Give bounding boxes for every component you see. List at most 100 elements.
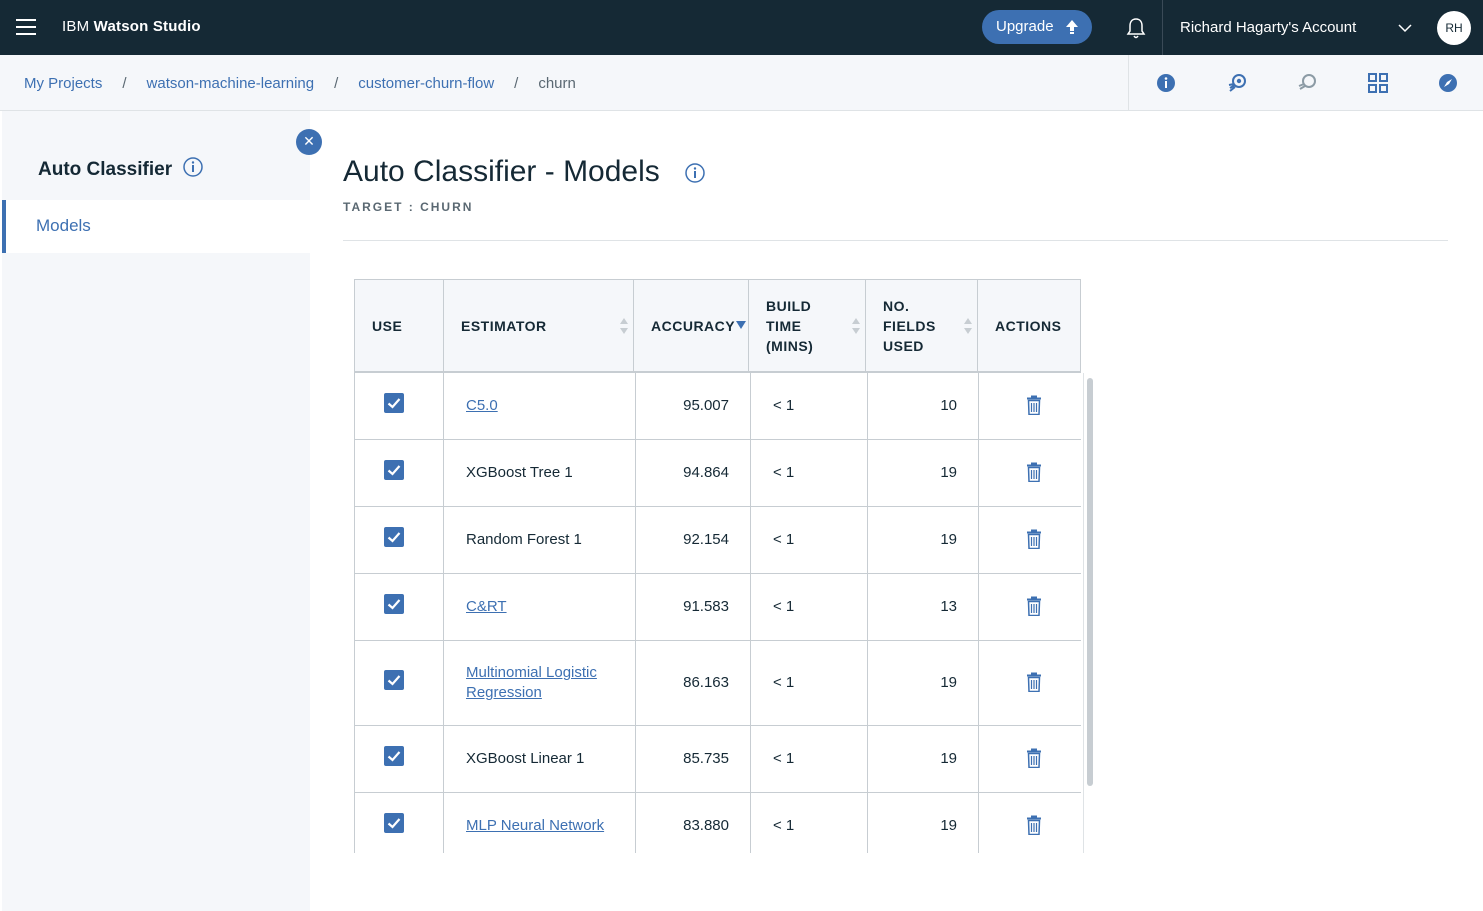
column-header-actions: ACTIONS	[978, 280, 1080, 372]
estimator-link[interactable]: MLP Neural Network	[466, 816, 604, 836]
checkmark-icon	[387, 675, 401, 686]
column-header-label-line: BUILD	[766, 298, 812, 314]
cell-accuracy: 85.735	[636, 726, 751, 792]
estimator-name: XGBoost Tree 1	[466, 463, 573, 483]
comments-icon[interactable]	[1296, 72, 1318, 94]
cell-actions	[979, 793, 1081, 853]
delete-model-button[interactable]	[1027, 815, 1041, 839]
chevron-down-icon[interactable]	[1398, 24, 1412, 33]
avatar[interactable]: RH	[1437, 11, 1471, 45]
column-header-build-time[interactable]: BUILD TIME (MINS)	[749, 280, 866, 372]
use-checkbox[interactable]	[384, 460, 404, 480]
column-header-label: USE	[372, 318, 403, 334]
page-title: Auto Classifier - Models	[343, 155, 660, 188]
cell-build-time: < 1	[751, 726, 868, 792]
column-header-estimator[interactable]: ESTIMATOR	[444, 280, 634, 372]
column-header-fields[interactable]: NO. FIELDS USED	[866, 280, 978, 372]
estimator-text: XGBoost Linear 1	[466, 750, 585, 767]
cell-build-time: < 1	[751, 440, 868, 506]
breadcrumb-project[interactable]: watson-machine-learning	[147, 75, 315, 92]
use-checkbox[interactable]	[384, 813, 404, 833]
column-header-label: BUILD TIME (MINS)	[766, 296, 813, 356]
checkmark-icon	[387, 532, 401, 543]
estimator-link[interactable]: C&RT	[466, 597, 507, 617]
notification-bell-icon[interactable]	[1124, 16, 1148, 40]
use-checkbox[interactable]	[384, 594, 404, 614]
delete-model-button[interactable]	[1027, 529, 1041, 553]
sort-icon[interactable]	[851, 317, 861, 335]
cell-fields: 10	[868, 373, 979, 439]
cell-actions	[979, 726, 1081, 792]
delete-model-button[interactable]	[1027, 596, 1041, 620]
estimator-name: Random Forest 1	[466, 530, 582, 550]
column-header-accuracy[interactable]: ACCURACY	[634, 280, 749, 372]
cell-build-time: < 1	[751, 641, 868, 725]
use-checkbox[interactable]	[384, 527, 404, 547]
fields-used-value: 19	[940, 750, 957, 767]
sort-icon[interactable]	[619, 317, 629, 335]
toolbar	[1128, 55, 1483, 110]
fields-used-value: 10	[940, 397, 957, 414]
delete-model-button[interactable]	[1027, 395, 1041, 419]
sort-icon[interactable]	[963, 317, 973, 335]
table-scrollbar[interactable]	[1083, 373, 1095, 853]
column-header-use: USE	[355, 280, 444, 372]
hamburger-menu-icon[interactable]	[16, 19, 36, 35]
breadcrumb-my-projects[interactable]: My Projects	[24, 75, 102, 92]
cell-fields: 19	[868, 507, 979, 573]
cell-build-time: < 1	[751, 373, 868, 439]
cell-actions	[979, 641, 1081, 725]
estimator-link[interactable]: Multinomial Logistic Regression	[466, 663, 597, 703]
column-header-label: ACCURACY	[651, 318, 736, 334]
sort-descending-icon[interactable]	[735, 320, 747, 330]
delete-model-button[interactable]	[1027, 748, 1041, 772]
cell-build-time: < 1	[751, 507, 868, 573]
cell-accuracy: 83.880	[636, 793, 751, 853]
column-header-label-line: USED	[883, 338, 924, 354]
info-icon[interactable]	[182, 156, 204, 178]
estimator-link[interactable]: C5.0	[466, 396, 498, 416]
app-brand[interactable]: IBM Watson Studio	[62, 18, 201, 35]
cell-fields: 19	[868, 641, 979, 725]
cell-use	[355, 507, 444, 573]
build-time-value: < 1	[773, 750, 795, 767]
close-panel-button[interactable]: ✕	[296, 129, 322, 155]
cell-use	[355, 373, 444, 439]
fields-used-value: 19	[940, 674, 957, 691]
use-checkbox[interactable]	[384, 670, 404, 690]
cell-estimator: C&RT	[444, 574, 636, 640]
table-row: XGBoost Tree 1 94.864 < 1 19	[355, 440, 1081, 507]
breadcrumb-flow[interactable]: customer-churn-flow	[358, 75, 494, 92]
scrollbar-thumb[interactable]	[1087, 378, 1093, 786]
divider	[343, 240, 1448, 241]
info-icon[interactable]	[684, 162, 706, 184]
info-icon[interactable]	[1155, 72, 1177, 94]
cell-actions	[979, 574, 1081, 640]
cell-use	[355, 793, 444, 853]
table-row: C&RT 91.583 < 1 13	[355, 574, 1081, 641]
cell-actions	[979, 373, 1081, 439]
column-header-label-line: NO.	[883, 298, 910, 314]
account-switcher[interactable]: Richard Hagarty's Account	[1180, 19, 1356, 36]
checkmark-icon	[387, 465, 401, 476]
use-checkbox[interactable]	[384, 393, 404, 413]
upgrade-button[interactable]: Upgrade	[982, 10, 1092, 44]
delete-model-button[interactable]	[1027, 672, 1041, 696]
sidebar-item-label: Models	[36, 216, 91, 235]
fields-used-value: 19	[940, 817, 957, 834]
breadcrumb-current: churn	[538, 75, 576, 92]
trash-icon	[1027, 672, 1041, 693]
accuracy-value: 83.880	[683, 817, 729, 834]
cell-estimator: XGBoost Linear 1	[444, 726, 636, 792]
use-checkbox[interactable]	[384, 746, 404, 766]
delete-model-button[interactable]	[1027, 462, 1041, 486]
history-search-icon[interactable]	[1226, 72, 1248, 94]
compass-icon[interactable]	[1437, 72, 1459, 94]
cell-fields: 19	[868, 726, 979, 792]
sidebar-item-models[interactable]: Models	[2, 200, 310, 253]
palette-grid-icon[interactable]	[1367, 72, 1389, 94]
trash-icon	[1027, 748, 1041, 769]
cell-accuracy: 92.154	[636, 507, 751, 573]
build-time-value: < 1	[773, 531, 795, 548]
cell-fields: 19	[868, 440, 979, 506]
